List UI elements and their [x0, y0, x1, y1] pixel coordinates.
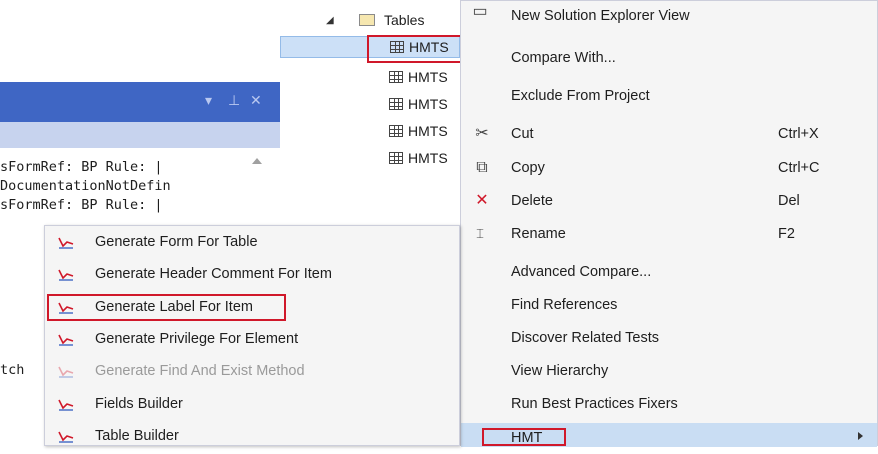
menu-item-discover-related-tests[interactable]: Discover Related Tests	[461, 322, 877, 356]
vertical-scrollbar[interactable]	[250, 150, 264, 220]
submenu-item-fields-builder[interactable]: Fields Builder	[45, 388, 459, 422]
menu-item-copy[interactable]: ⧉ Copy Ctrl+C	[461, 152, 877, 186]
tree-item-label: HMTS	[408, 96, 448, 112]
tree-folder-label: Tables	[384, 12, 425, 28]
copy-icon: ⧉	[476, 159, 488, 176]
shortcut-label: F2	[778, 226, 795, 242]
addin-icon	[58, 366, 74, 378]
submenu-item-generate-find-and-exist: Generate Find And Exist Method	[45, 355, 459, 389]
menu-item-cut[interactable]: ✂ Cut Ctrl+X	[461, 118, 877, 152]
output-line: sFormRef: BP Rule: |	[0, 197, 163, 213]
submenu-item-generate-header-comment[interactable]: Generate Header Comment For Item	[45, 258, 459, 292]
output-line: DocumentationNotDefin	[0, 178, 171, 194]
addin-icon	[58, 334, 74, 346]
scissors-icon: ✂	[475, 125, 489, 142]
table-icon	[389, 125, 403, 137]
addin-icon	[58, 237, 74, 249]
pin-icon[interactable]: ⊥	[228, 92, 240, 109]
tree-item-label: HMTS	[408, 123, 448, 139]
menu-item-delete[interactable]: ✕ Delete Del	[461, 185, 877, 219]
scroll-up-icon[interactable]	[252, 158, 262, 164]
dropdown-arrow-icon[interactable]: ▾	[205, 92, 212, 109]
solution-view-icon: ▭	[472, 3, 488, 20]
tree-item[interactable]: HMTS	[280, 94, 460, 116]
tree-item[interactable]: HMTS	[280, 67, 460, 89]
output-line: tch	[0, 362, 25, 378]
tree-folder-tables[interactable]: ◢ Tables	[280, 10, 460, 32]
menu-item-new-solution-explorer-view[interactable]: ▭ New Solution Explorer View	[461, 1, 877, 35]
submenu-item-generate-form-for-table[interactable]: Generate Form For Table	[45, 226, 459, 260]
submenu-item-generate-privilege[interactable]: Generate Privilege For Element	[45, 323, 459, 357]
tree-item[interactable]: HMTS	[280, 148, 460, 170]
menu-item-run-best-practices-fixers[interactable]: Run Best Practices Fixers	[461, 388, 877, 422]
shortcut-label: Ctrl+C	[778, 160, 820, 176]
menu-item-exclude-from-project[interactable]: Exclude From Project	[461, 80, 877, 114]
table-icon	[389, 71, 403, 83]
addin-icon	[58, 269, 74, 281]
highlight-box	[47, 294, 286, 321]
close-icon[interactable]: ✕	[250, 92, 262, 109]
menu-item-advanced-compare[interactable]: Advanced Compare...	[461, 256, 877, 290]
menu-item-rename[interactable]: ⌶ Rename F2	[461, 218, 877, 252]
addin-icon	[58, 431, 74, 443]
submenu-item-table-builder[interactable]: Table Builder	[45, 420, 459, 454]
tool-window-header: ▾ ⊥ ✕	[0, 82, 280, 122]
expanded-triangle-icon[interactable]: ◢	[326, 15, 334, 26]
tool-window-toolbar	[0, 122, 280, 148]
highlight-box	[482, 428, 566, 446]
folder-icon	[359, 14, 375, 26]
rename-icon: ⌶	[476, 226, 484, 241]
tree-item[interactable]: HMTS	[280, 121, 460, 143]
menu-item-view-hierarchy[interactable]: View Hierarchy	[461, 355, 877, 389]
addin-icon	[58, 399, 74, 411]
hmt-submenu: Generate Form For Table Generate Header …	[44, 225, 460, 446]
tree-item-label: HMTS	[408, 69, 448, 85]
table-icon	[389, 98, 403, 110]
submenu-arrow-icon	[858, 432, 863, 440]
context-menu: ▭ New Solution Explorer View Compare Wit…	[460, 0, 878, 447]
shortcut-label: Del	[778, 193, 800, 209]
delete-x-icon: ✕	[475, 192, 489, 209]
tree-item-label: HMTS	[408, 150, 448, 166]
shortcut-label: Ctrl+X	[778, 126, 819, 142]
menu-item-find-references[interactable]: Find References	[461, 289, 877, 323]
menu-item-compare-with[interactable]: Compare With...	[461, 42, 877, 76]
table-icon	[389, 152, 403, 164]
output-line: sFormRef: BP Rule: |	[0, 159, 163, 175]
highlight-box	[367, 35, 470, 63]
